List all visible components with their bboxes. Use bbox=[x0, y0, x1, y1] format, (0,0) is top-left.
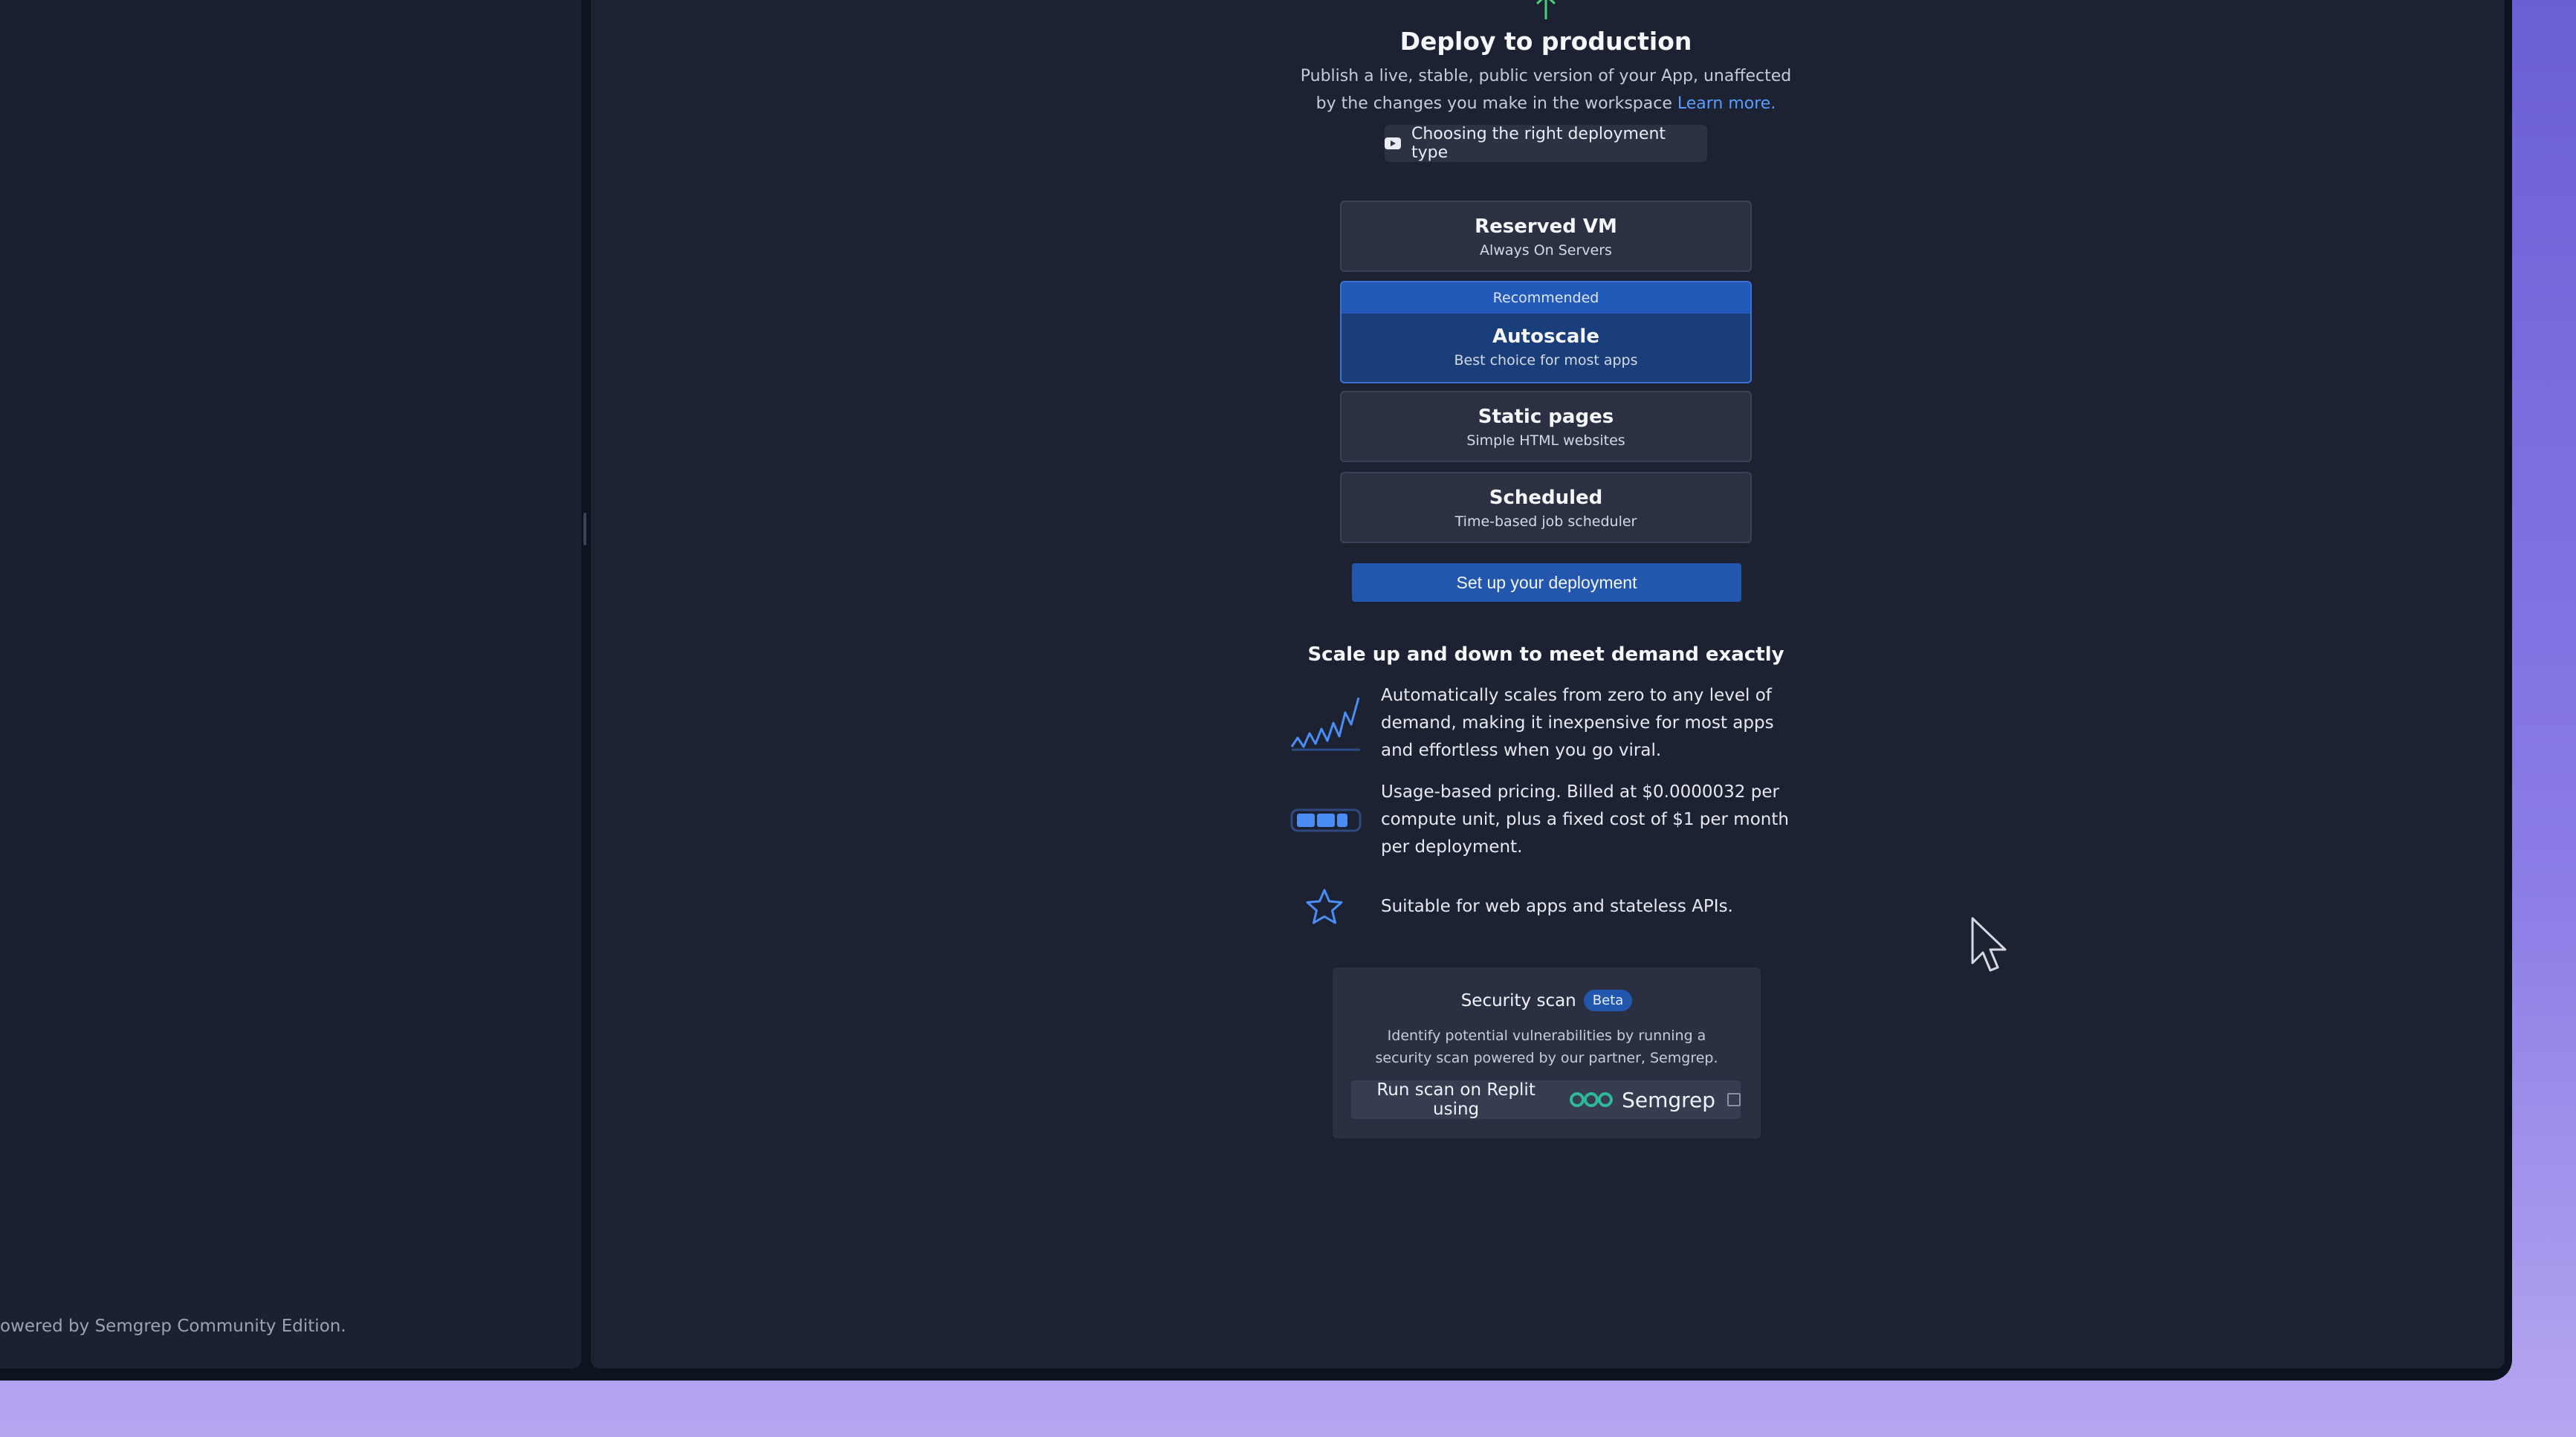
option-subtitle: Best choice for most apps bbox=[1454, 352, 1638, 369]
features-title: Scale up and down to meet demand exactly bbox=[1307, 643, 1784, 666]
compute-units-icon bbox=[1290, 808, 1362, 831]
option-subtitle: Always On Servers bbox=[1480, 242, 1612, 259]
feature-text: Suitable for web apps and stateless APIs… bbox=[1381, 896, 1733, 916]
page-title: Deploy to production bbox=[1399, 27, 1692, 56]
security-scan-description: Identify potential vulnerabilities by ru… bbox=[1375, 1028, 1718, 1066]
option-static-pages[interactable]: Static pages Simple HTML websites bbox=[1340, 391, 1752, 462]
video-play-icon bbox=[1385, 137, 1401, 149]
panel-resize-handle[interactable] bbox=[583, 513, 586, 545]
option-scheduled[interactable]: Scheduled Time-based job scheduler bbox=[1340, 472, 1752, 543]
option-name: Scheduled bbox=[1489, 487, 1603, 509]
page-description: Publish a live, stable, public version o… bbox=[1293, 62, 1799, 117]
feature-item: Automatically scales from zero to any le… bbox=[1290, 682, 1810, 765]
feature-text: Usage-based pricing. Billed at $0.000003… bbox=[1381, 782, 1789, 857]
security-scan-card: Security scan Beta Identify potential vu… bbox=[1333, 967, 1761, 1138]
star-icon bbox=[1306, 889, 1343, 924]
semgrep-wordmark: Semgrep bbox=[1622, 1087, 1716, 1112]
deploy-arrow-icon bbox=[1536, 0, 1556, 19]
option-name: Static pages bbox=[1478, 406, 1614, 428]
mouse-cursor-icon bbox=[1971, 917, 2007, 972]
run-scan-button[interactable]: Run scan on Replit using Semgrep bbox=[1351, 1080, 1741, 1119]
option-name: Reserved VM bbox=[1475, 215, 1617, 238]
option-subtitle: Simple HTML websites bbox=[1466, 432, 1625, 449]
left-panel-footer: owered by Semgrep Community Edition. bbox=[0, 1317, 346, 1336]
video-chip-label: Choosing the right deployment type bbox=[1411, 125, 1666, 162]
external-link-icon bbox=[1727, 1093, 1741, 1106]
learn-more-link[interactable]: Learn more. bbox=[1677, 94, 1776, 113]
run-scan-label: Run scan on Replit using bbox=[1376, 1080, 1535, 1119]
feature-item: Usage-based pricing. Billed at $0.000003… bbox=[1290, 779, 1810, 861]
semgrep-logo-icon bbox=[1570, 1092, 1614, 1107]
option-subtitle: Time-based job scheduler bbox=[1454, 513, 1637, 530]
left-panel: owered by Semgrep Community Edition. bbox=[0, 0, 581, 1369]
security-scan-title: Security scan bbox=[1460, 990, 1576, 1011]
option-name: Autoscale bbox=[1492, 325, 1599, 348]
feature-text: Automatically scales from zero to any le… bbox=[1381, 686, 1774, 760]
option-reserved-vm[interactable]: Reserved VM Always On Servers bbox=[1340, 201, 1752, 272]
option-autoscale[interactable]: Recommended Autoscale Best choice for mo… bbox=[1340, 281, 1752, 383]
setup-deployment-button[interactable]: Set up your deployment bbox=[1352, 563, 1741, 602]
app-window: owered by Semgrep Community Edition. Dep… bbox=[0, 0, 2512, 1381]
deployment-type-video-button[interactable]: Choosing the right deployment type bbox=[1385, 125, 1707, 162]
beta-badge: Beta bbox=[1583, 990, 1633, 1011]
recommended-badge: Recommended bbox=[1342, 282, 1750, 314]
feature-item: Suitable for web apps and stateless APIs… bbox=[1290, 888, 1810, 925]
autoscale-chart-icon bbox=[1290, 697, 1360, 750]
